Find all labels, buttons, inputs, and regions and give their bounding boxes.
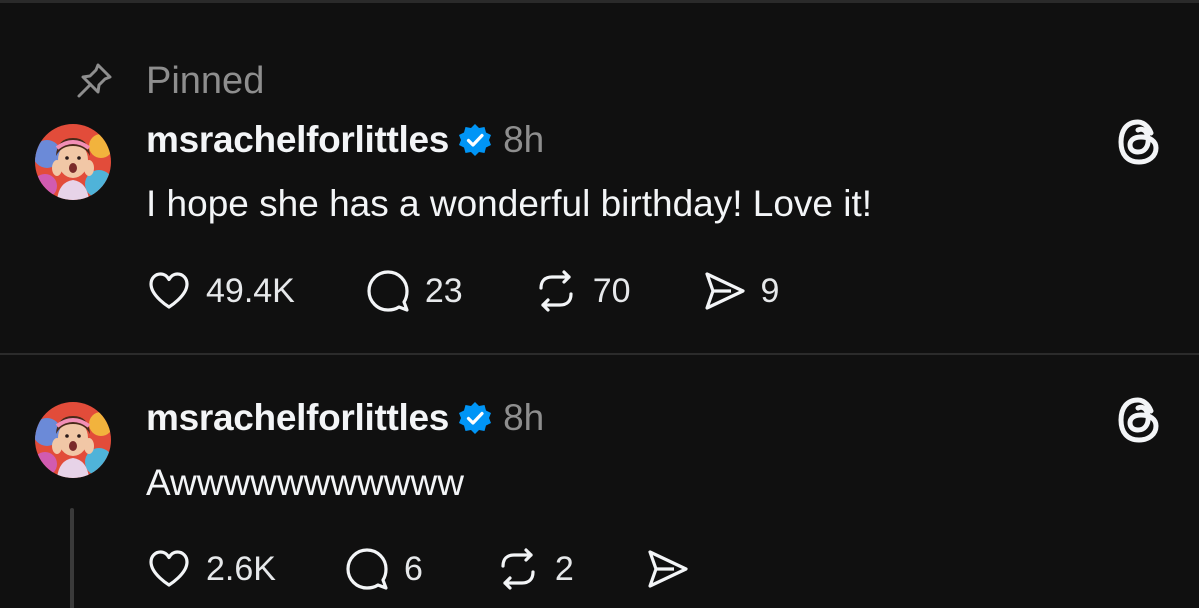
repost-count: 2	[554, 549, 574, 588]
post-header: msrachelforlittles 8h	[146, 115, 544, 165]
pinned-indicator: Pinned	[72, 58, 264, 104]
share-count: 9	[760, 271, 780, 310]
share-button[interactable]	[644, 546, 704, 592]
share-icon	[648, 550, 688, 588]
pinned-post[interactable]: Pinned msrachelforlittles 8h I hope she …	[0, 0, 1199, 354]
repost-button[interactable]: 2	[495, 546, 574, 592]
avatar[interactable]	[35, 124, 111, 200]
post-text: I hope she has a wonderful birthday! Lov…	[146, 183, 873, 224]
username[interactable]: msrachelforlittles	[146, 119, 449, 161]
username[interactable]: msrachelforlittles	[146, 397, 449, 439]
post-actions: 49.4K 23 70 9	[146, 267, 779, 315]
heart-icon	[149, 272, 189, 309]
heart-icon	[149, 550, 189, 587]
comment-icon	[346, 548, 388, 590]
post[interactable]: msrachelforlittles 8h Awwwwwwwwwww 2.6K …	[0, 356, 1199, 608]
reply-button[interactable]: 23	[365, 268, 463, 314]
thread-line	[70, 508, 74, 608]
share-icon	[704, 272, 745, 310]
repost-count: 70	[592, 271, 631, 310]
repost-icon	[539, 270, 573, 312]
post-time: 8h	[503, 397, 545, 438]
post-text: Awwwwwwwwwww	[146, 462, 464, 503]
post-header: msrachelforlittles 8h	[146, 393, 544, 443]
avatar[interactable]	[35, 402, 111, 478]
pin-icon	[77, 63, 112, 98]
verified-badge-icon	[459, 124, 492, 156]
verified-badge-icon	[459, 402, 492, 434]
comment-icon	[367, 270, 409, 312]
like-button[interactable]: 2.6K	[146, 546, 276, 592]
post-divider	[0, 353, 1199, 355]
like-button[interactable]: 49.4K	[146, 268, 295, 314]
repost-icon	[501, 548, 535, 590]
reply-count: 6	[403, 549, 423, 588]
like-count: 2.6K	[206, 549, 276, 588]
like-count: 49.4K	[206, 271, 295, 310]
repost-button[interactable]: 70	[533, 268, 631, 314]
reply-button[interactable]: 6	[344, 546, 423, 592]
threads-logo-icon[interactable]	[1113, 116, 1165, 168]
post-actions: 2.6K 6 2	[146, 545, 704, 593]
reply-count: 23	[424, 271, 463, 310]
threads-logo-icon[interactable]	[1113, 394, 1165, 446]
share-button[interactable]: 9	[701, 268, 780, 314]
post-time: 8h	[503, 119, 545, 160]
pinned-label: Pinned	[146, 59, 265, 102]
